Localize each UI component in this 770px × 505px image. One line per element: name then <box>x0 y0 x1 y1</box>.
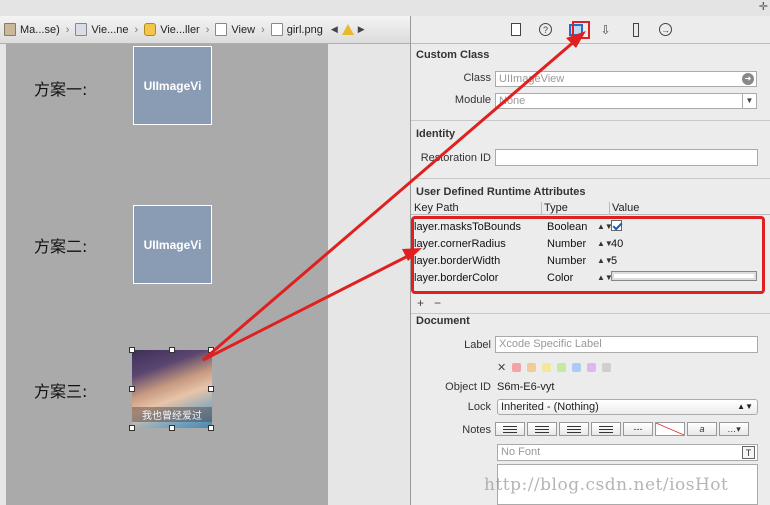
watermark: http://blog.csdn.net/iosHot <box>484 475 729 495</box>
arrow-to-identity-tab <box>202 38 577 362</box>
annotation-arrows <box>202 21 590 362</box>
